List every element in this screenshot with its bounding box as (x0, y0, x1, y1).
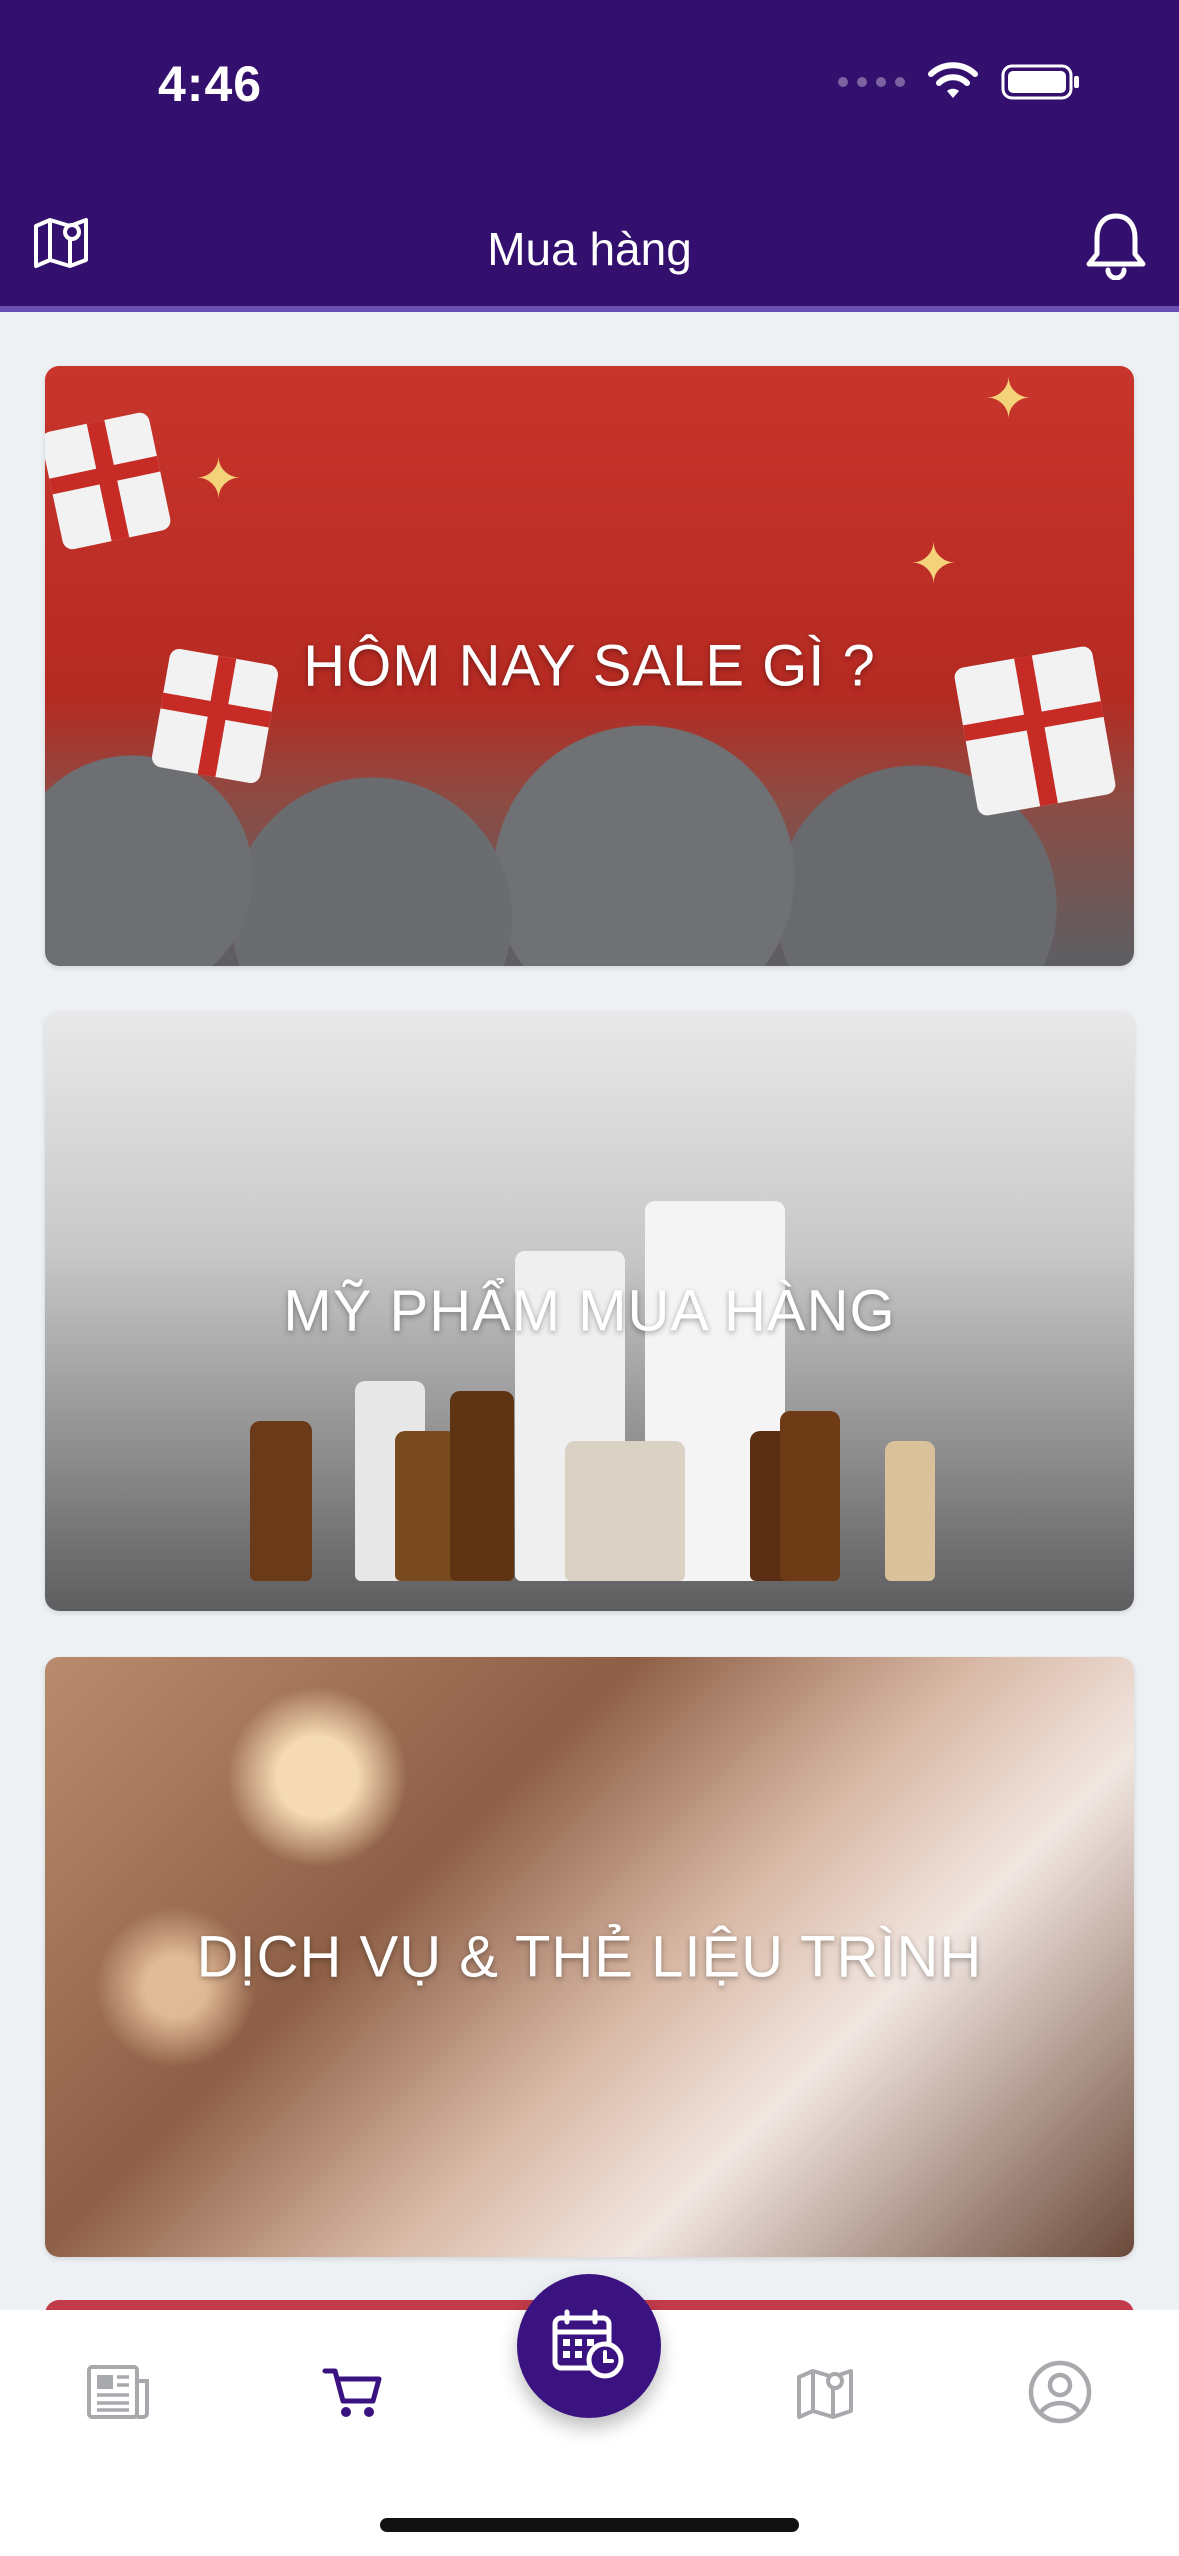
profile-icon (1028, 2360, 1092, 2424)
gift-decoration (45, 410, 173, 552)
bottle-decoration (395, 1431, 457, 1581)
bottle-decoration (780, 1411, 840, 1581)
sparkle-decoration: ✦ (910, 532, 957, 595)
tab-cart[interactable] (312, 2352, 392, 2432)
sale-card[interactable]: ✦ ✦ ✦ HÔM NAY SALE GÌ ? (45, 366, 1134, 966)
bottle-decoration (250, 1421, 312, 1581)
bell-icon (1086, 213, 1146, 281)
home-indicator[interactable] (380, 2518, 799, 2532)
calendar-clock-icon (552, 2309, 624, 2379)
notifications-button[interactable] (1083, 210, 1149, 285)
services-card[interactable]: DỊCH VỤ & THẺ LIỆU TRÌNH (45, 1657, 1134, 2257)
status-time: 4:46 (158, 56, 263, 112)
card-title: DỊCH VỤ & THẺ LIỆU TRÌNH (196, 1924, 983, 1990)
app-header: 4:46 Mua hàng (0, 0, 1179, 312)
card-title: HÔM NAY SALE GÌ ? (303, 633, 876, 699)
signal-icon (838, 77, 905, 87)
newspaper-icon (87, 2365, 149, 2419)
tab-map[interactable] (786, 2352, 866, 2432)
cart-icon (322, 2368, 382, 2417)
status-icons (838, 62, 1081, 102)
wifi-icon (928, 62, 978, 98)
battery-icon (1001, 64, 1079, 100)
cosmetics-card[interactable]: MỸ PHẨM MUA HÀNG (45, 1011, 1134, 1611)
bottle-decoration (565, 1441, 685, 1581)
bottle-decoration (450, 1391, 514, 1581)
map-icon (797, 2369, 853, 2419)
sparkle-decoration: ✦ (195, 447, 242, 510)
sparkle-decoration: ✦ (985, 367, 1032, 430)
page-title: Mua hàng (487, 223, 692, 275)
tab-news[interactable] (78, 2352, 158, 2432)
booking-fab-button[interactable] (517, 2274, 661, 2418)
bottle-decoration (885, 1441, 935, 1581)
tab-profile[interactable] (1020, 2352, 1100, 2432)
card-title: MỸ PHẨM MUA HÀNG (283, 1278, 896, 1344)
